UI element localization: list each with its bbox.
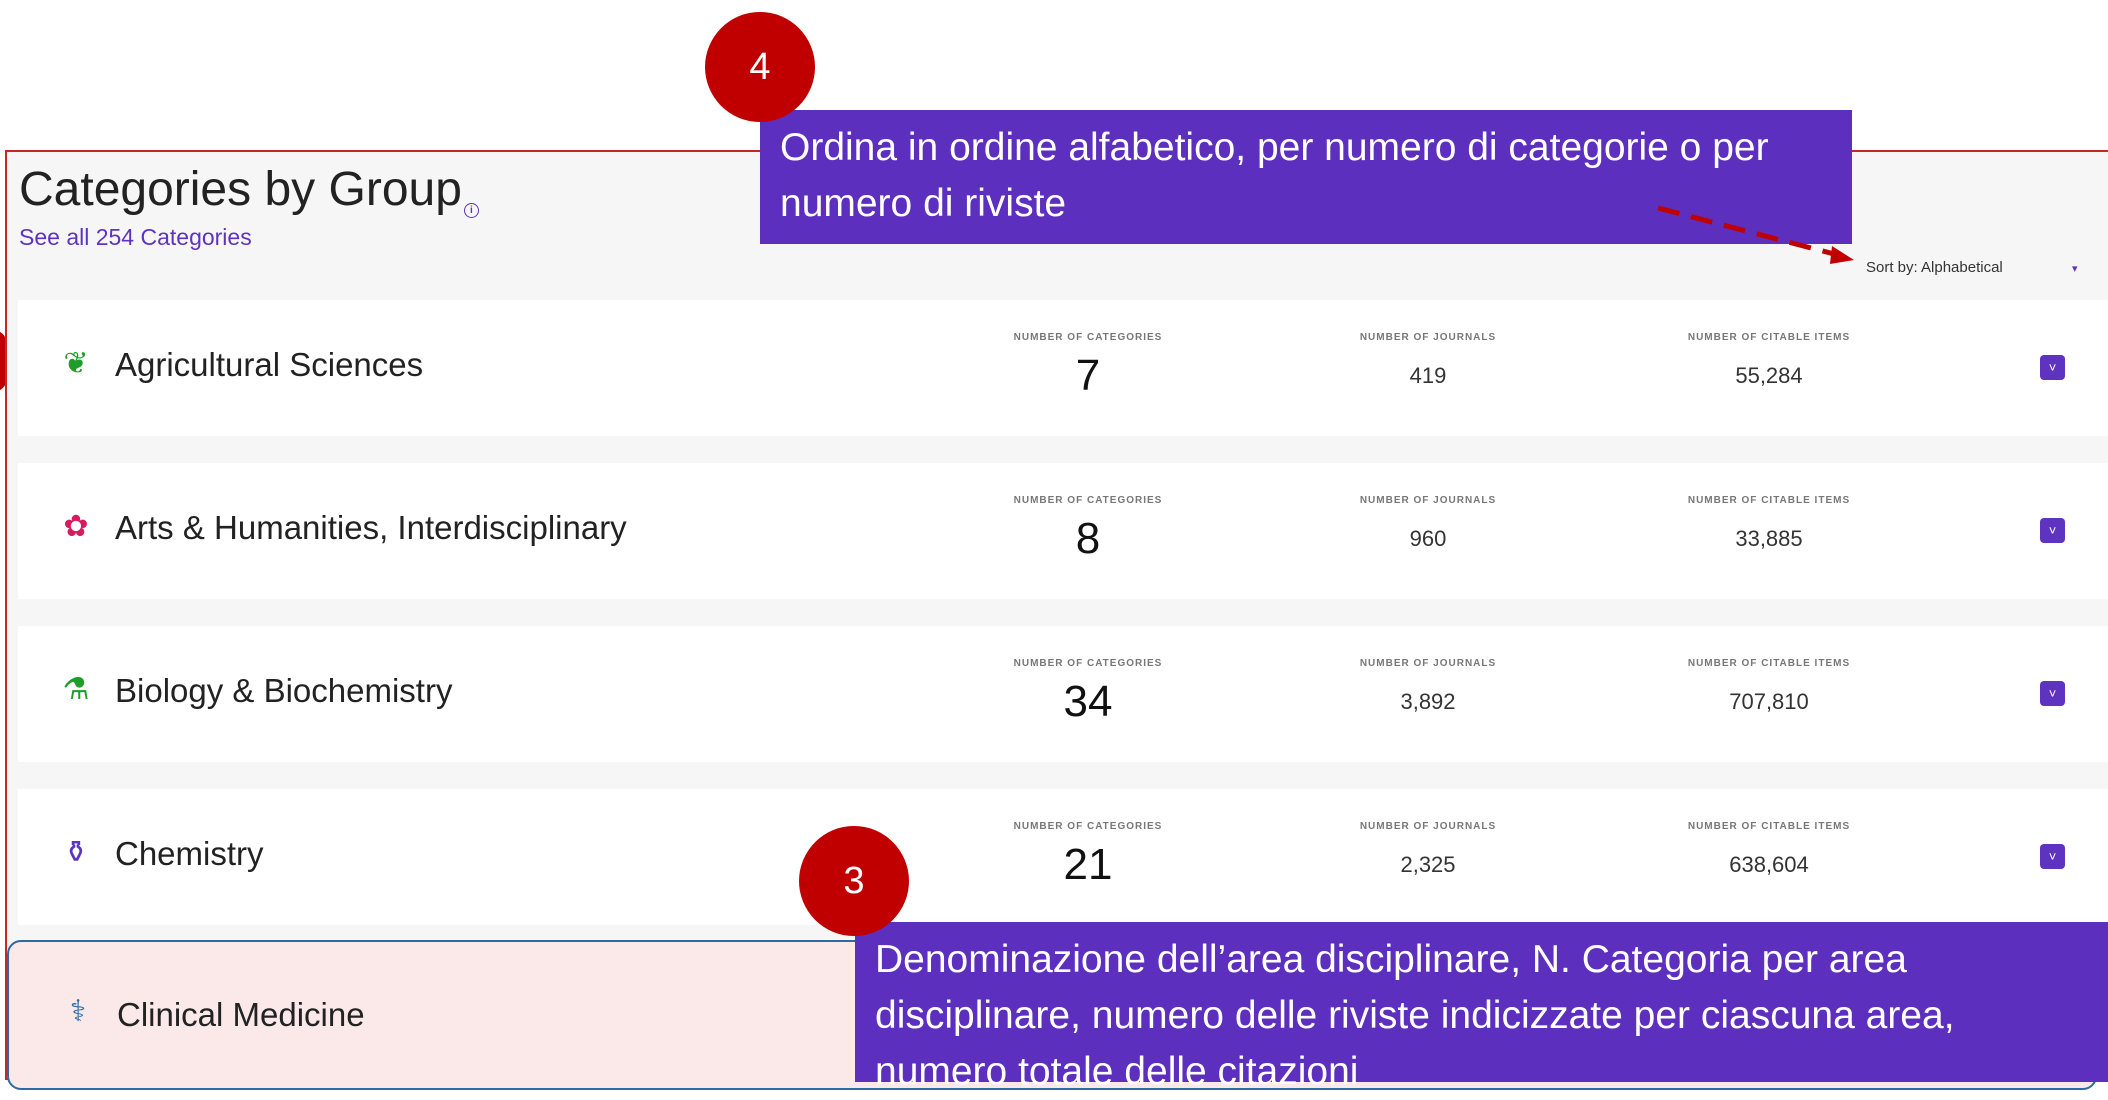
annotation-arrow-head	[1830, 246, 1854, 264]
annotation-badge-3: 3	[799, 826, 909, 936]
annotation-callout-columns: Denominazione dell’area disciplinare, N.…	[855, 922, 2108, 1093]
annotation-arrow	[1657, 205, 1854, 264]
annotation-arrow-line	[1657, 205, 1839, 258]
